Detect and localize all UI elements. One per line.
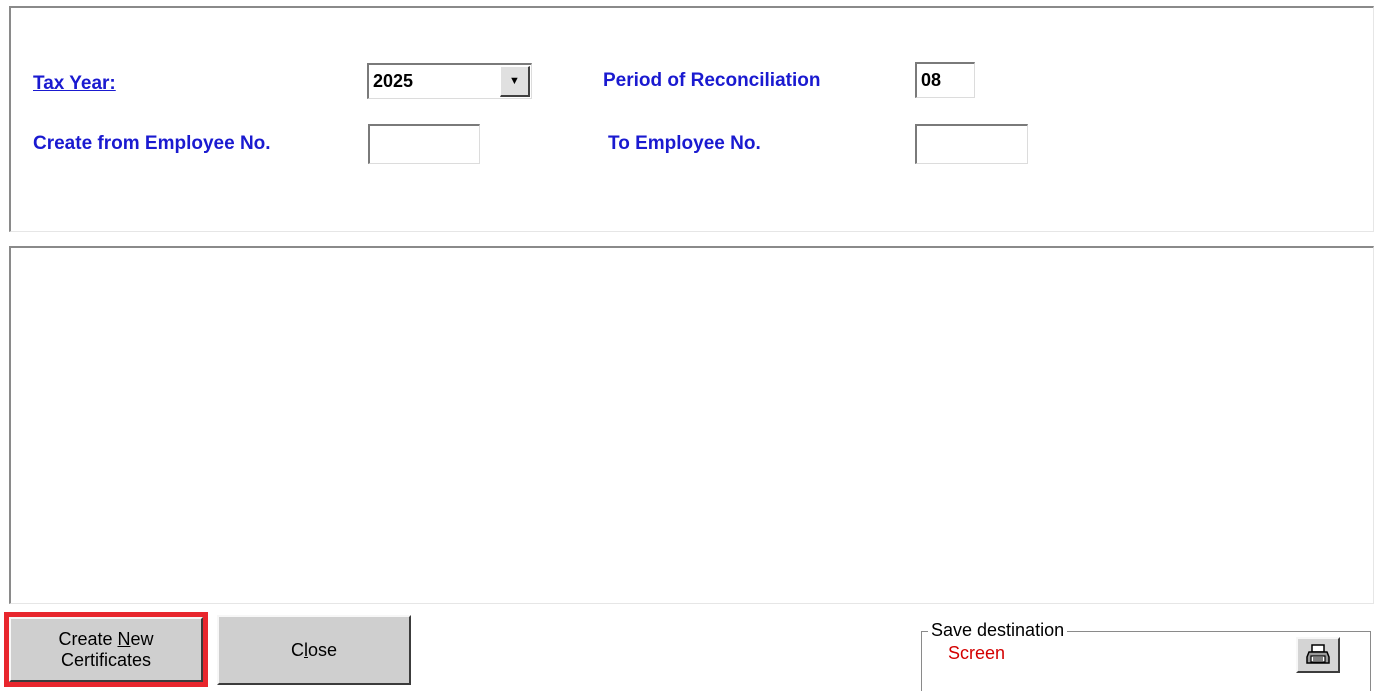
save-destination-legend: Save destination bbox=[928, 619, 1068, 641]
print-button[interactable] bbox=[1296, 637, 1340, 673]
create-button-label: Create New Certificates bbox=[58, 628, 154, 670]
save-destination-value: Screen bbox=[948, 643, 1006, 663]
printer-icon bbox=[1306, 644, 1330, 664]
create-new-certificates-button[interactable]: Create New Certificates bbox=[9, 617, 203, 682]
output-list-panel[interactable] bbox=[9, 246, 1374, 604]
parameters-panel bbox=[9, 6, 1374, 232]
tax-year-value: 2025 bbox=[373, 71, 414, 91]
from-employee-input[interactable] bbox=[368, 124, 480, 164]
close-button[interactable]: Close bbox=[217, 615, 411, 685]
tax-year-select[interactable]: 2025 ▼ bbox=[367, 63, 532, 99]
period-of-reconciliation-label: Period of Reconciliation bbox=[603, 70, 821, 91]
chevron-down-icon[interactable]: ▼ bbox=[500, 66, 530, 97]
close-button-label: Close bbox=[290, 639, 338, 660]
from-employee-label: Create from Employee No. bbox=[33, 133, 271, 154]
tax-year-label[interactable]: Tax Year: bbox=[33, 73, 116, 95]
to-employee-input[interactable] bbox=[915, 124, 1028, 164]
period-input[interactable]: 08 bbox=[915, 62, 975, 98]
to-employee-label: To Employee No. bbox=[608, 133, 761, 154]
